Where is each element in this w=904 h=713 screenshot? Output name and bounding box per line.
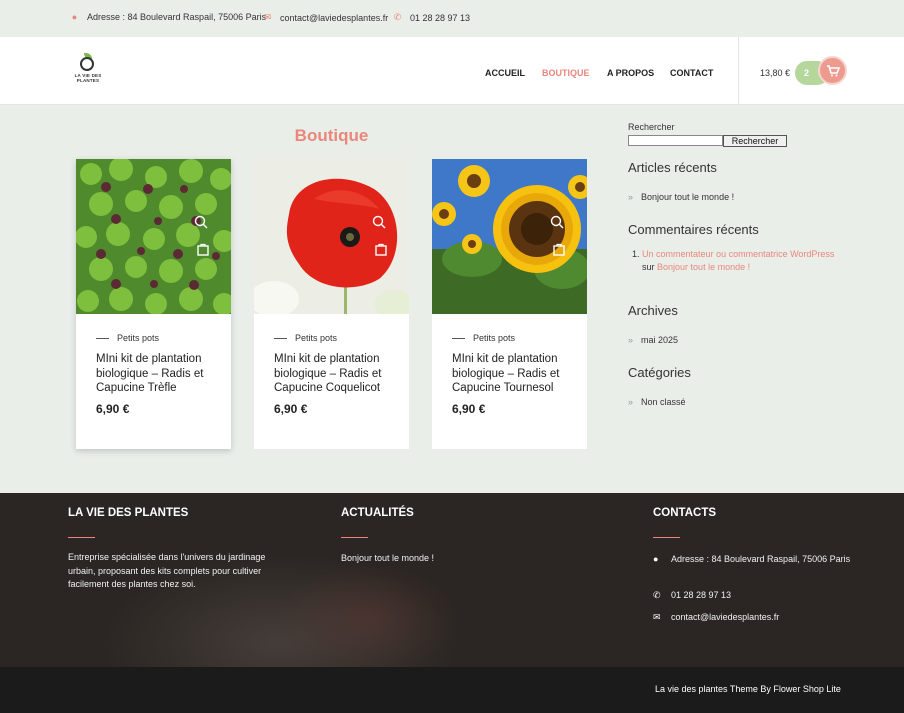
- nav-boutique[interactable]: BOUTIQUE: [542, 68, 590, 78]
- category-dash: [274, 337, 287, 339]
- site-footer: LA VIE DES PLANTES Entreprise spécialisé…: [0, 493, 904, 667]
- product-price: 6,90 €: [452, 402, 486, 416]
- chevron-right-icon: »: [628, 335, 634, 345]
- product-category[interactable]: Petits pots: [274, 333, 337, 343]
- footer-news-link[interactable]: Bonjour tout le monde !: [341, 551, 434, 565]
- header-divider: [738, 37, 739, 105]
- footer-divider: [653, 537, 680, 538]
- topbar-phone-text[interactable]: 01 28 28 97 13: [410, 13, 470, 23]
- chevron-right-icon: »: [628, 397, 634, 407]
- recent-post-item[interactable]: » Bonjour tout le monde !: [628, 192, 734, 202]
- footer-phone-text[interactable]: 01 28 28 97 13: [671, 590, 731, 600]
- product-title[interactable]: MIni kit de plantation biologique – Radi…: [274, 352, 394, 396]
- topbar-email-text[interactable]: contact@laviedesplantes.fr: [280, 13, 388, 23]
- footer-phone[interactable]: ✆ 01 28 28 97 13: [653, 588, 731, 602]
- envelope-icon: ✉: [263, 12, 272, 22]
- search-button[interactable]: Rechercher: [723, 135, 787, 147]
- zoom-icon[interactable]: [550, 215, 564, 229]
- envelope-icon: ✉: [653, 612, 661, 622]
- comment-number: 1.: [632, 249, 640, 259]
- category-item[interactable]: » Non classé: [628, 397, 686, 407]
- topbar-email[interactable]: ✉ contact@laviedesplantes.fr: [263, 12, 388, 23]
- topbar-phone[interactable]: ✆ 01 28 28 97 13: [393, 12, 470, 23]
- nav-contact[interactable]: CONTACT: [670, 68, 713, 78]
- add-to-cart-icon[interactable]: [375, 243, 387, 256]
- footer-background-highlight: [280, 563, 460, 667]
- cart-icon: [827, 65, 841, 77]
- archives-heading: Archives: [628, 303, 678, 318]
- product-card[interactable]: Petits pots MIni kit de plantation biolo…: [76, 159, 231, 449]
- footer-about-text: Entreprise spécialisée dans l'univers du…: [68, 552, 266, 589]
- product-card[interactable]: Petits pots MIni kit de plantation biolo…: [254, 159, 409, 449]
- comment-on-text: sur: [642, 262, 655, 272]
- product-category-label[interactable]: Petits pots: [295, 333, 337, 343]
- site-logo[interactable]: LA VIE DES PLANTES: [74, 53, 104, 85]
- product-category[interactable]: Petits pots: [96, 333, 159, 343]
- logo-circle-icon: [80, 57, 94, 71]
- category-dash: [452, 337, 465, 339]
- footer-divider: [341, 537, 368, 538]
- logo-line2: PLANTES: [76, 78, 100, 83]
- product-price: 6,90 €: [96, 402, 130, 416]
- page-title: Boutique: [294, 126, 369, 145]
- nav-accueil[interactable]: ACCUEIL: [485, 68, 525, 78]
- footer-email[interactable]: ✉ contact@laviedesplantes.fr: [653, 610, 779, 624]
- zoom-icon[interactable]: [372, 215, 386, 229]
- cart-button[interactable]: [818, 56, 847, 85]
- product-category-label[interactable]: Petits pots: [473, 333, 515, 343]
- topbar-address: ● Adresse : 84 Boulevard Raspail, 75006 …: [70, 12, 266, 22]
- search-input[interactable]: [628, 135, 723, 146]
- recent-posts-heading: Articles récents: [628, 160, 717, 175]
- phone-icon: ✆: [653, 590, 661, 600]
- cart-total[interactable]: 13,80 €: [760, 68, 790, 78]
- product-title[interactable]: MIni kit de plantation biologique – Radi…: [96, 352, 216, 396]
- product-category[interactable]: Petits pots: [452, 333, 515, 343]
- product-image-clover[interactable]: [76, 159, 231, 314]
- add-to-cart-icon[interactable]: [553, 243, 565, 256]
- product-image-sunflower[interactable]: [432, 159, 587, 314]
- zoom-icon[interactable]: [194, 215, 208, 229]
- footer-about-heading: LA VIE DES PLANTES: [68, 507, 189, 519]
- archive-item[interactable]: » mai 2025: [628, 335, 678, 345]
- product-card[interactable]: Petits pots MIni kit de plantation biolo…: [432, 159, 587, 449]
- footer-address-text: Adresse : 84 Boulevard Raspail, 75006 Pa…: [671, 554, 851, 564]
- map-marker-icon: ●: [653, 554, 659, 564]
- recent-post-link[interactable]: Bonjour tout le monde !: [641, 192, 734, 202]
- archive-link[interactable]: mai 2025: [641, 335, 678, 345]
- footer-address: ● Adresse : 84 Boulevard Raspail, 75006 P…: [653, 552, 853, 567]
- site-header: LA VIE DES PLANTES ACCUEIL BOUTIQUE A PR…: [0, 37, 904, 105]
- recent-comment-item: 1. Un commentateur ou commentatrice Word…: [632, 248, 862, 274]
- footer-email-text[interactable]: contact@laviedesplantes.fr: [671, 612, 779, 622]
- chevron-right-icon: »: [628, 192, 634, 202]
- product-title[interactable]: MIni kit de plantation biologique – Radi…: [452, 352, 572, 396]
- add-to-cart-icon[interactable]: [197, 243, 209, 256]
- search-label: Rechercher: [628, 122, 675, 132]
- category-link[interactable]: Non classé: [641, 397, 686, 407]
- phone-icon: ✆: [393, 12, 402, 22]
- map-marker-icon: ●: [71, 12, 78, 22]
- top-info-bar: ● Adresse : 84 Boulevard Raspail, 75006 …: [0, 0, 904, 37]
- theme-credit[interactable]: La vie des plantes Theme By Flower Shop …: [655, 684, 841, 694]
- topbar-address-text: Adresse : 84 Boulevard Raspail, 75006 Pa…: [87, 12, 267, 22]
- comment-author-link[interactable]: Un commentateur ou commentatrice WordPre…: [642, 249, 834, 259]
- product-price: 6,90 €: [274, 402, 308, 416]
- comment-post-link[interactable]: Bonjour tout le monde !: [657, 262, 750, 272]
- copyright-bar: La vie des plantes Theme By Flower Shop …: [0, 667, 904, 713]
- category-dash: [96, 337, 109, 339]
- footer-news-heading: ACTUALITÉS: [341, 507, 414, 519]
- categories-heading: Catégories: [628, 365, 691, 380]
- nav-a-propos[interactable]: A PROPOS: [607, 68, 654, 78]
- footer-contacts-heading: CONTACTS: [653, 507, 717, 519]
- recent-comments-heading: Commentaires récents: [628, 222, 759, 237]
- logo-text: LA VIE DES PLANTES: [72, 73, 104, 83]
- footer-divider: [68, 537, 95, 538]
- product-image-poppy[interactable]: [254, 159, 409, 314]
- product-category-label[interactable]: Petits pots: [117, 333, 159, 343]
